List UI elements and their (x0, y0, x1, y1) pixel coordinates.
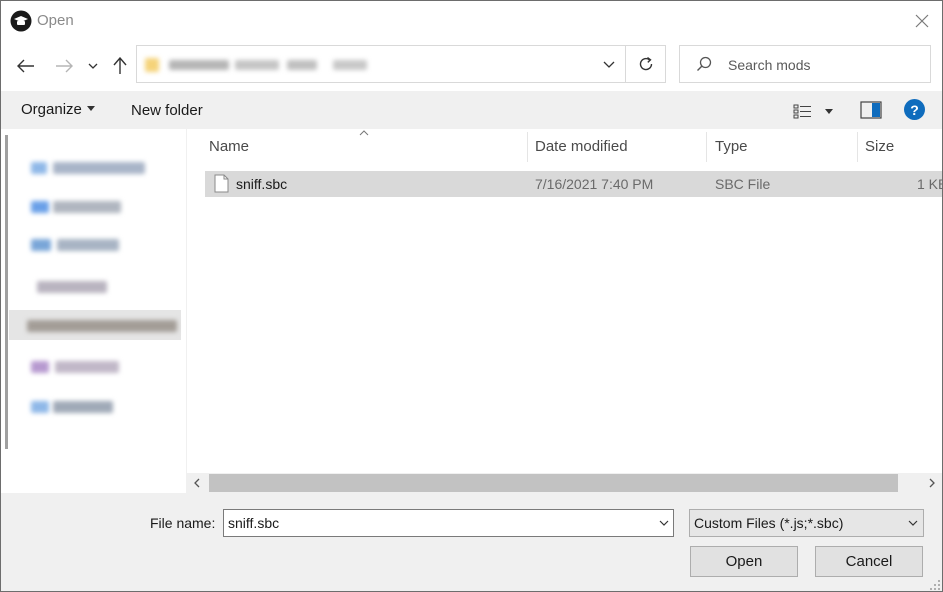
address-separator (625, 46, 626, 82)
chevron-left-icon (194, 478, 200, 488)
up-button[interactable] (107, 53, 133, 79)
column-header-size[interactable]: Size (858, 129, 942, 163)
file-icon (214, 174, 229, 193)
horizontal-scrollbar[interactable] (187, 473, 942, 493)
forward-button[interactable] (51, 53, 77, 79)
navigation-bar (1, 41, 942, 91)
navigation-pane (1, 129, 186, 493)
sidebar-item[interactable] (9, 271, 181, 301)
chevron-down-icon (88, 63, 98, 69)
arrow-left-icon (17, 59, 34, 73)
search-box[interactable] (679, 45, 931, 83)
scroll-right-button[interactable] (922, 473, 942, 493)
file-type: SBC File (715, 176, 771, 192)
sidebar-item[interactable] (9, 152, 181, 182)
file-name: sniff.sbc (236, 176, 288, 192)
sidebar-item[interactable] (9, 351, 181, 381)
address-dropdown-button[interactable] (592, 46, 626, 82)
navigation-pane-scrollbar[interactable] (5, 135, 8, 449)
file-type-dropdown-button[interactable] (903, 510, 923, 536)
chevron-down-icon (659, 520, 669, 526)
file-type-selected: Custom Files (*.js;*.sbc) (694, 515, 844, 531)
sidebar-item[interactable] (9, 191, 181, 221)
open-button[interactable]: Open (690, 546, 798, 577)
file-name-label: File name: (150, 515, 216, 531)
chevron-right-icon (929, 478, 935, 488)
recent-locations-button[interactable] (82, 53, 104, 79)
address-breadcrumb[interactable] (143, 57, 383, 73)
file-row[interactable]: sniff.sbc 7/16/2021 7:40 PM SBC File 1 K… (205, 171, 943, 197)
new-folder-button[interactable]: New folder (131, 102, 203, 119)
back-button[interactable] (13, 53, 39, 79)
cancel-button[interactable]: Cancel (815, 546, 923, 577)
file-name-combobox[interactable] (223, 509, 674, 537)
sidebar-item[interactable] (9, 391, 181, 421)
arrow-up-icon (113, 57, 127, 74)
help-button[interactable]: ? (904, 99, 925, 120)
close-button[interactable] (905, 5, 939, 37)
file-type-select[interactable]: Custom Files (*.js;*.sbc) (689, 509, 924, 537)
sidebar-item[interactable] (9, 229, 181, 259)
file-date-modified: 7/16/2021 7:40 PM (535, 176, 654, 192)
open-file-dialog: Open Search mods Organize New folder ? N… (0, 0, 943, 592)
title-bar: Open (1, 1, 942, 41)
file-size: 1 KB (917, 176, 943, 192)
chevron-down-icon (603, 61, 615, 68)
scroll-left-button[interactable] (187, 473, 207, 493)
search-icon (697, 56, 712, 71)
address-bar[interactable] (136, 45, 666, 83)
organize-button[interactable]: Organize (21, 101, 95, 118)
column-divider[interactable] (706, 132, 707, 162)
arrow-right-icon (56, 59, 73, 73)
sidebar-item-selected[interactable] (9, 310, 181, 340)
file-name-input[interactable] (228, 514, 648, 532)
app-icon (10, 10, 32, 32)
chevron-down-icon (908, 520, 918, 526)
column-header-name[interactable]: Name (202, 129, 527, 163)
resize-grip-icon[interactable] (929, 579, 941, 591)
caret-down-icon (86, 105, 95, 111)
refresh-button[interactable] (627, 46, 665, 82)
change-view-button[interactable] (793, 101, 835, 121)
file-name-dropdown-button[interactable] (654, 510, 674, 536)
caret-down-icon (825, 108, 833, 114)
search-input[interactable] (728, 55, 918, 75)
details-view-icon (793, 104, 811, 119)
preview-pane-icon[interactable] (860, 101, 882, 119)
window-title: Open (37, 12, 74, 29)
command-bar: Organize New folder ? (1, 91, 942, 129)
refresh-icon (639, 56, 653, 71)
horizontal-scroll-thumb[interactable] (209, 474, 898, 492)
file-list: Name Date modified Type Size sniff.sbc 7… (187, 129, 943, 473)
column-header-type[interactable]: Type (708, 129, 856, 163)
column-header-date-modified[interactable]: Date modified (528, 129, 706, 163)
close-icon (915, 14, 929, 28)
organize-label: Organize (21, 101, 82, 118)
